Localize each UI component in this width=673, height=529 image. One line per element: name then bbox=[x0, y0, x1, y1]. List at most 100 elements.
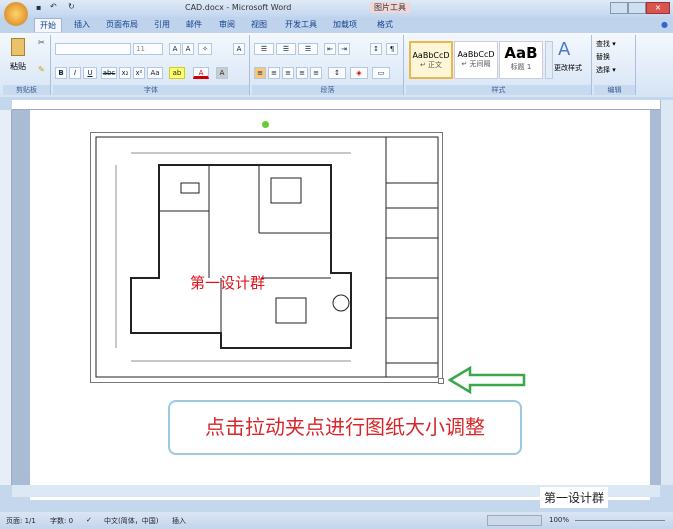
wechat-watermark: 第一设计群 bbox=[540, 487, 609, 508]
save-icon[interactable]: ▪ bbox=[36, 3, 41, 12]
office-button[interactable] bbox=[4, 2, 28, 26]
distributed-button[interactable]: ≡ bbox=[310, 67, 322, 79]
tab-format[interactable]: 格式 bbox=[377, 19, 393, 30]
vertical-ruler[interactable] bbox=[0, 110, 12, 485]
underline-button[interactable]: U bbox=[83, 67, 97, 79]
styles-label: 样式 bbox=[406, 85, 591, 95]
arrow-left-icon bbox=[448, 366, 526, 394]
align-center-button[interactable]: ≡ bbox=[268, 67, 280, 79]
numbering-button[interactable]: ☰ bbox=[276, 43, 296, 55]
char-border-button[interactable]: A bbox=[233, 43, 245, 55]
style-normal[interactable]: AaBbCcD ↵ 正文 bbox=[409, 41, 453, 79]
borders-button[interactable]: ▭ bbox=[372, 67, 390, 79]
tab-insert[interactable]: 插入 bbox=[74, 19, 90, 30]
close-button[interactable]: × bbox=[646, 2, 670, 14]
clear-format-button[interactable]: ✧ bbox=[198, 43, 212, 55]
resize-handle-bottom-right[interactable] bbox=[438, 378, 444, 384]
redo-icon[interactable]: ↻ bbox=[68, 2, 75, 11]
style-preview: AaBbCcD bbox=[412, 51, 450, 60]
tab-view[interactable]: 视图 bbox=[251, 19, 267, 30]
font-size-select[interactable]: 11 bbox=[133, 43, 163, 55]
window-title: CAD.docx - Microsoft Word bbox=[185, 3, 292, 12]
bold-button[interactable]: B bbox=[55, 67, 67, 79]
style-name: ↵ 正文 bbox=[419, 61, 443, 69]
clipboard-label: 剪贴板 bbox=[3, 85, 50, 95]
styles-scroll[interactable] bbox=[545, 41, 553, 79]
insert-mode[interactable]: 插入 bbox=[172, 516, 186, 526]
view-buttons[interactable] bbox=[487, 515, 542, 526]
clipboard-group: 粘贴 ✂ ✎ 剪贴板 bbox=[3, 35, 51, 95]
undo-icon[interactable]: ↶ bbox=[50, 2, 57, 11]
tab-mailings[interactable]: 邮件 bbox=[186, 19, 202, 30]
paste-icon[interactable] bbox=[11, 38, 25, 56]
increase-indent-button[interactable]: ⇥ bbox=[338, 43, 350, 55]
change-case-button[interactable]: Aa bbox=[147, 67, 163, 79]
minimize-button[interactable] bbox=[610, 2, 628, 14]
cut-icon[interactable]: ✂ bbox=[38, 38, 45, 47]
style-no-spacing[interactable]: AaBbCcD ↵ 无间隔 bbox=[454, 41, 498, 79]
resize-handle-top[interactable] bbox=[262, 121, 269, 128]
align-right-button[interactable]: ≡ bbox=[282, 67, 294, 79]
justify-button[interactable]: ≡ bbox=[296, 67, 308, 79]
shrink-font-button[interactable]: A bbox=[182, 43, 194, 55]
title-bar: ▪ ↶ ↻ CAD.docx - Microsoft Word 图片工具 × bbox=[0, 0, 673, 26]
maximize-button[interactable] bbox=[628, 2, 646, 14]
tab-references[interactable]: 引用 bbox=[154, 19, 170, 30]
grow-font-button[interactable]: A bbox=[169, 43, 181, 55]
status-bar: 页面: 1/1 字数: 0 ✓ 中文(简体，中国) 插入 100% bbox=[0, 512, 673, 529]
font-color-button[interactable]: A bbox=[193, 67, 209, 79]
find-button[interactable]: 查找 ▾ bbox=[596, 39, 616, 49]
paste-button[interactable]: 粘贴 bbox=[10, 61, 26, 72]
font-label: 字体 bbox=[53, 85, 249, 95]
font-group: 11 A A ✧ A B I U abc x₂ x² Aa ab A A 字体 bbox=[53, 35, 250, 95]
line-spacing-button[interactable]: ↕ bbox=[328, 67, 346, 79]
editing-group: 查找 ▾ 替换 选择 ▾ 编辑 bbox=[594, 35, 636, 95]
language-status[interactable]: 中文(简体，中国) bbox=[104, 516, 158, 526]
select-button[interactable]: 选择 ▾ bbox=[596, 65, 616, 75]
page-count[interactable]: 页面: 1/1 bbox=[6, 516, 36, 526]
tab-addins[interactable]: 加载项 bbox=[333, 19, 357, 30]
bullets-button[interactable]: ☰ bbox=[254, 43, 274, 55]
zoom-level[interactable]: 100% bbox=[549, 516, 569, 524]
align-left-button[interactable]: ≡ bbox=[254, 67, 266, 79]
cad-floor-plan-image[interactable] bbox=[90, 121, 444, 384]
change-styles-button[interactable]: 更改样式 bbox=[554, 63, 582, 73]
decrease-indent-button[interactable]: ⇤ bbox=[324, 43, 336, 55]
instruction-callout: 点击拉动夹点进行图纸大小调整 bbox=[168, 400, 522, 455]
ribbon-tabs: 开始 插入 页面布局 引用 邮件 审阅 视图 开发工具 加载项 格式 ● bbox=[0, 17, 673, 33]
style-preview: AaB bbox=[504, 44, 538, 62]
strikethrough-button[interactable]: abc bbox=[101, 67, 117, 79]
change-styles-icon[interactable]: A bbox=[558, 39, 570, 60]
word-count[interactable]: 字数: 0 bbox=[50, 516, 73, 526]
floor-plan-drawing bbox=[95, 136, 439, 378]
style-heading-1[interactable]: AaB 标题 1 bbox=[499, 41, 543, 79]
ribbon: 粘贴 ✂ ✎ 剪贴板 11 A A ✧ A B I U abc x₂ x² Aa… bbox=[0, 33, 673, 97]
font-name-select[interactable] bbox=[55, 43, 131, 55]
superscript-button[interactable]: x² bbox=[133, 67, 145, 79]
subscript-button[interactable]: x₂ bbox=[119, 67, 131, 79]
multilevel-list-button[interactable]: ☰ bbox=[298, 43, 318, 55]
format-painter-icon[interactable]: ✎ bbox=[38, 65, 45, 74]
paragraph-label: 段落 bbox=[252, 85, 403, 95]
horizontal-ruler[interactable] bbox=[12, 100, 660, 110]
zoom-slider[interactable] bbox=[575, 520, 665, 521]
styles-group: AaBbCcD ↵ 正文 AaBbCcD ↵ 无间隔 AaB 标题 1 A 更改样式 … bbox=[406, 35, 592, 95]
proofing-icon[interactable]: ✓ bbox=[86, 516, 92, 524]
tab-developer[interactable]: 开发工具 bbox=[285, 19, 317, 30]
help-icon[interactable]: ● bbox=[661, 20, 668, 29]
sort-button[interactable]: ↕ bbox=[370, 43, 382, 55]
tab-review[interactable]: 审阅 bbox=[219, 19, 235, 30]
vertical-scrollbar[interactable] bbox=[660, 100, 673, 485]
style-preview: AaBbCcD bbox=[457, 50, 495, 59]
tab-page-layout[interactable]: 页面布局 bbox=[106, 19, 138, 30]
replace-button[interactable]: 替换 bbox=[596, 52, 610, 62]
show-marks-button[interactable]: ¶ bbox=[386, 43, 398, 55]
picture-tools-label: 图片工具 bbox=[370, 2, 410, 13]
shading-button[interactable]: ◈ bbox=[350, 67, 368, 79]
italic-button[interactable]: I bbox=[69, 67, 81, 79]
highlight-button[interactable]: ab bbox=[169, 67, 185, 79]
style-name: ↵ 无间隔 bbox=[461, 60, 491, 68]
image-watermark: 第一设计群 bbox=[190, 274, 266, 292]
tab-home[interactable]: 开始 bbox=[34, 18, 62, 32]
char-shading-button[interactable]: A bbox=[216, 67, 228, 79]
